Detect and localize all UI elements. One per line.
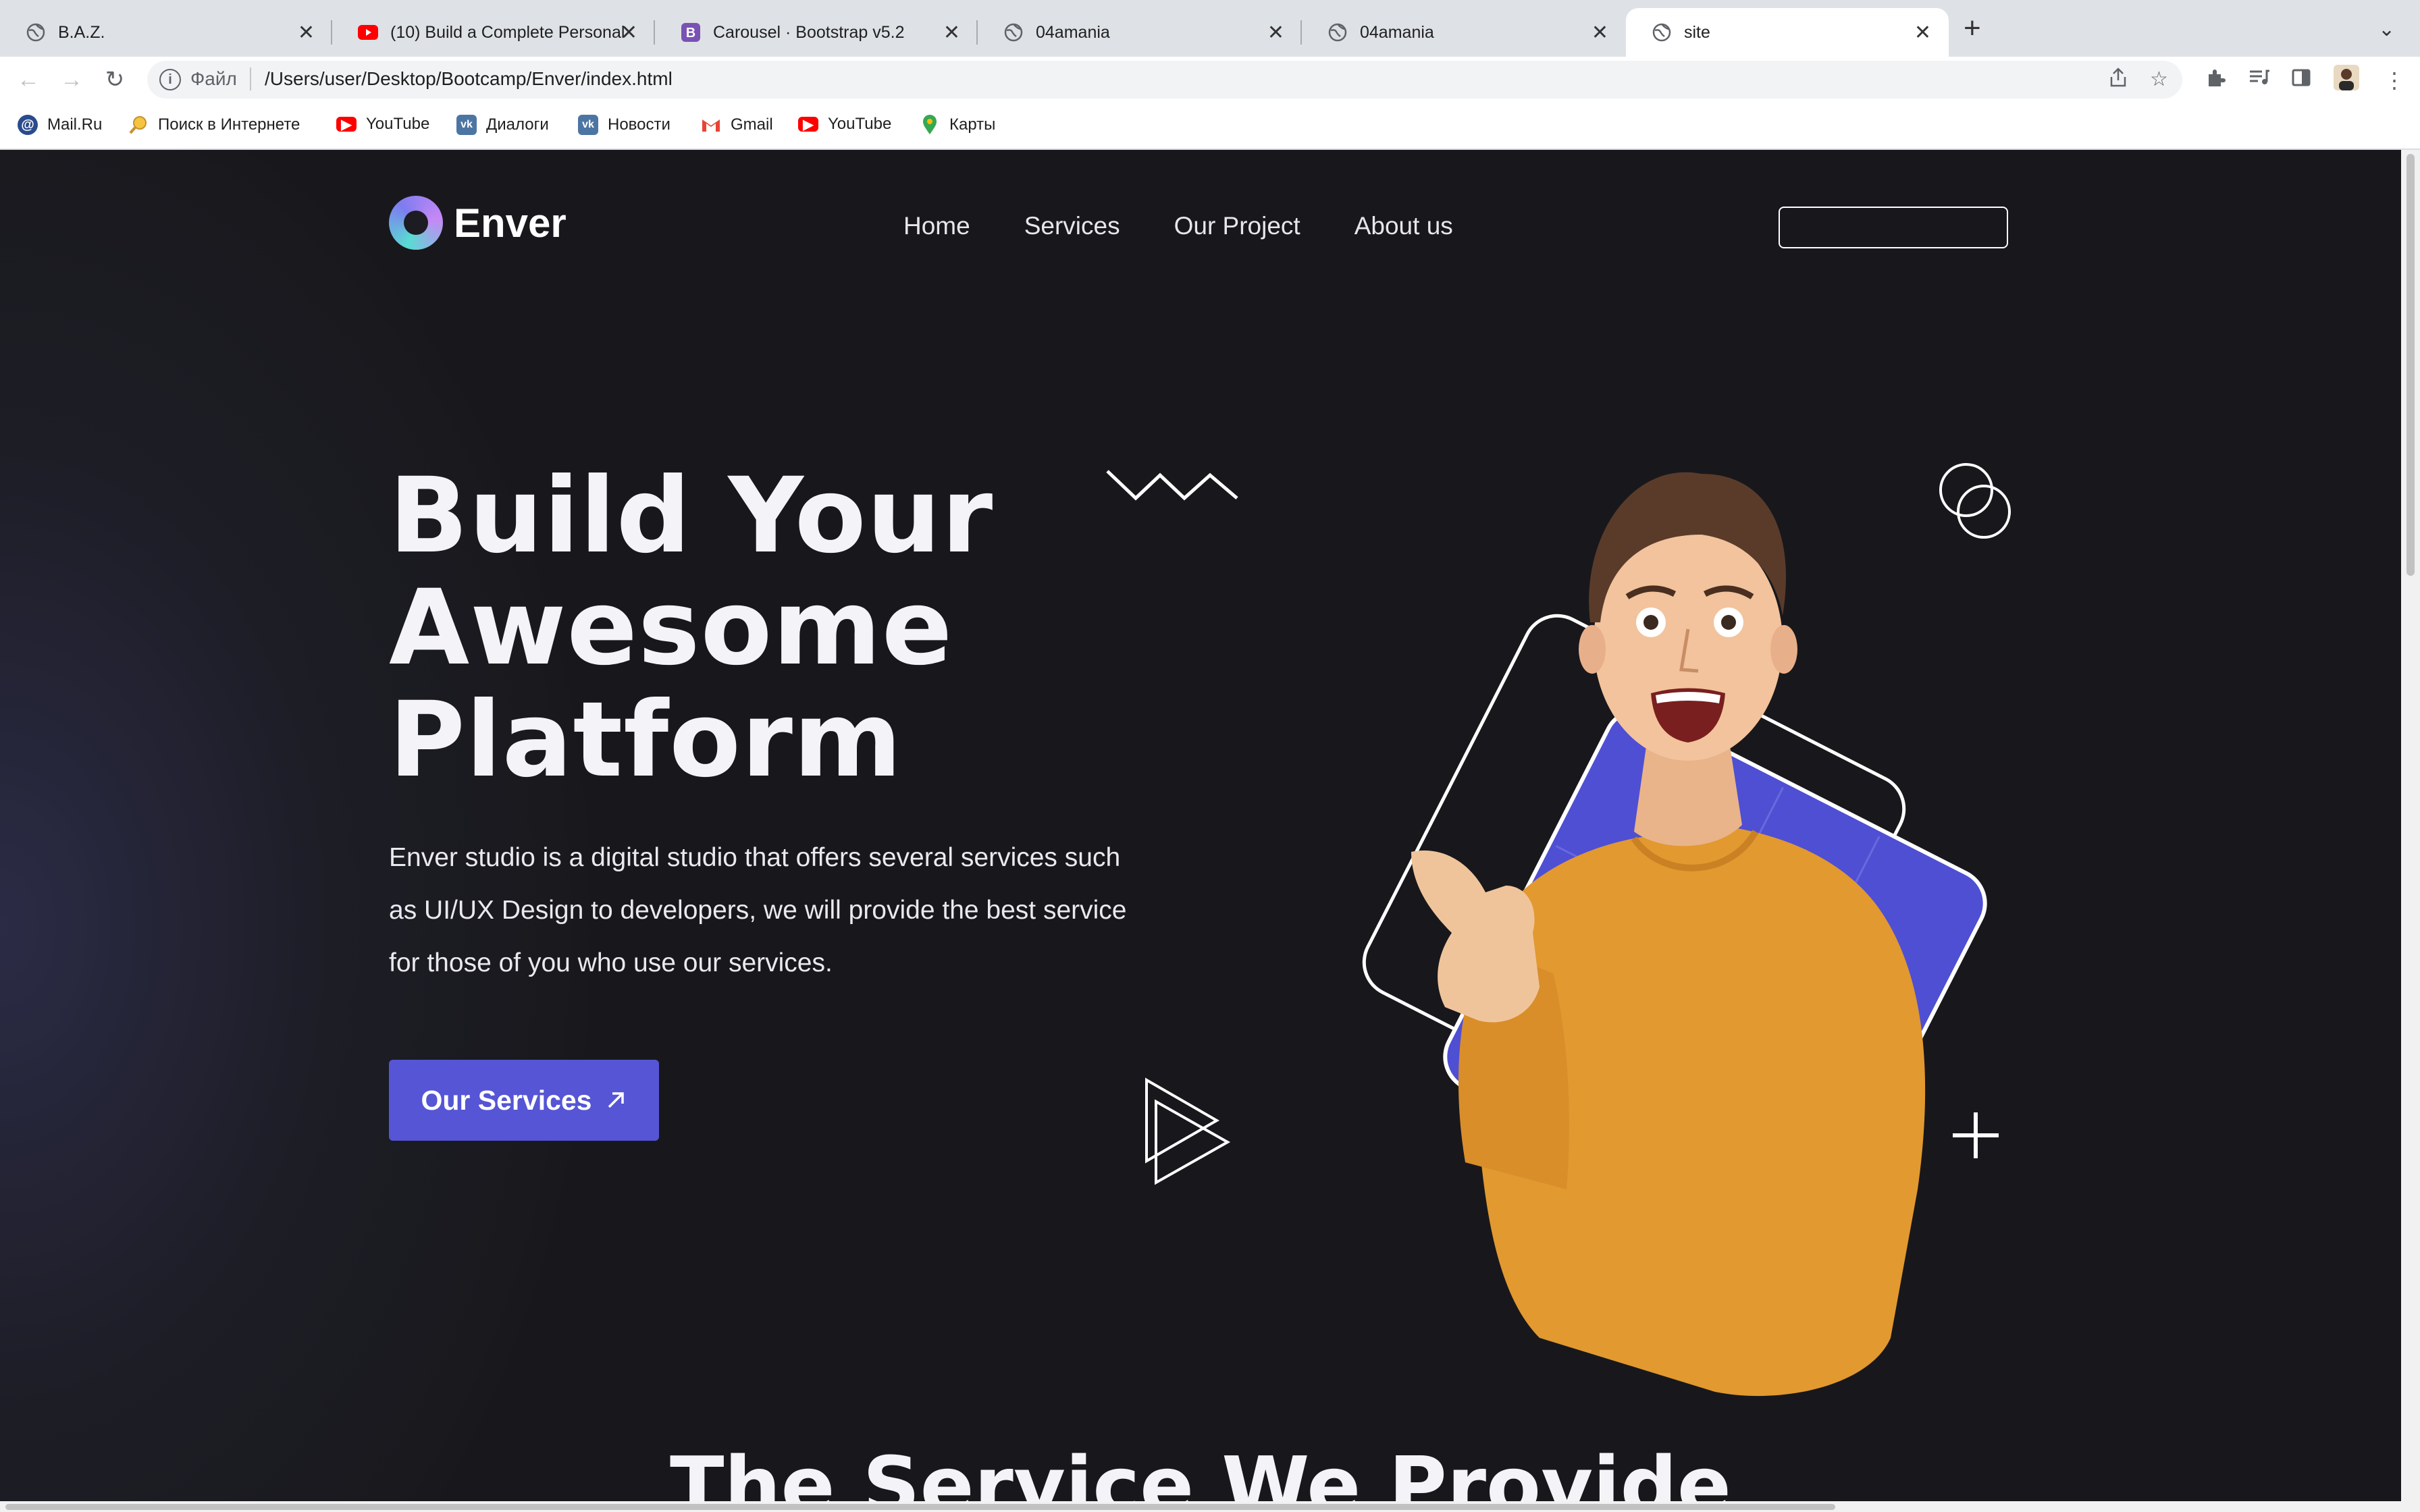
nav-link-about-us[interactable]: About us xyxy=(1354,212,1453,240)
nav-link-home[interactable]: Home xyxy=(903,212,970,240)
scrollbar-thumb[interactable] xyxy=(5,1504,1835,1510)
bookmark-label: Карты xyxy=(949,115,996,134)
star-icon[interactable]: ☆ xyxy=(2150,68,2168,91)
bookmark-label: Диалоги xyxy=(486,115,549,134)
bookmarks-bar: @ Mail.Ru Поиск в Интернете ▶ YouTube vk… xyxy=(0,103,2420,150)
browser-tab[interactable]: B.A.Z. ✕ xyxy=(0,8,332,57)
browser-tab[interactable]: 04amania ✕ xyxy=(1302,8,1626,57)
close-icon[interactable]: ✕ xyxy=(943,23,960,43)
hero-description: Enver studio is a digital studio that of… xyxy=(389,843,1127,977)
bookmark-label: Новости xyxy=(608,115,670,134)
hero-person-illustration xyxy=(1362,472,1987,1397)
scrollbar-thumb[interactable] xyxy=(2406,154,2415,576)
info-icon[interactable]: i xyxy=(159,69,181,90)
media-queue-icon[interactable] xyxy=(2248,68,2270,92)
brand-name: Enver xyxy=(454,200,567,246)
globe-icon xyxy=(1003,22,1024,43)
svg-text:B: B xyxy=(686,26,695,40)
url-text[interactable]: /Users/user/Desktop/Bootcamp/Enver/index… xyxy=(265,68,673,90)
browser-toolbar: ← → ↻ i Файл /Users/user/Desktop/Bootcam… xyxy=(0,57,2420,103)
bookmark-item[interactable]: vk Новости xyxy=(578,115,670,135)
youtube-icon xyxy=(358,22,378,43)
bookmark-label: Поиск в Интернете xyxy=(158,115,300,134)
hero-title: Build Your Awesome Platform xyxy=(389,460,993,796)
hero-title-line: Platform xyxy=(389,680,903,801)
close-icon[interactable]: ✕ xyxy=(1267,23,1284,43)
extensions-icon[interactable] xyxy=(2205,68,2226,93)
bookmark-label: Mail.Ru xyxy=(47,115,103,134)
play-triangles-icon xyxy=(1145,1077,1231,1185)
bookmark-label: YouTube xyxy=(828,115,892,133)
zigzag-icon xyxy=(1106,470,1238,501)
globe-icon xyxy=(1327,22,1348,43)
nav-link-our-project[interactable]: Our Project xyxy=(1174,212,1300,240)
globe-icon xyxy=(1652,22,1672,43)
bookmark-item[interactable]: Gmail xyxy=(701,115,773,135)
gmail-icon xyxy=(701,115,721,135)
mailru-icon: @ xyxy=(18,115,38,135)
forward-arrow-icon[interactable]: → xyxy=(58,66,85,93)
hero-title-line: Build Your xyxy=(389,456,994,576)
browser-tab-active[interactable]: site ✕ xyxy=(1626,8,1949,57)
tab-title: 04amania xyxy=(1036,22,1110,42)
bookmark-item[interactable]: @ Mail.Ru xyxy=(18,115,102,135)
vk-icon: vk xyxy=(456,115,477,135)
horizontal-scrollbar[interactable] xyxy=(0,1501,2420,1512)
bookmark-item[interactable]: Поиск в Интернете xyxy=(128,115,300,135)
close-icon[interactable]: ✕ xyxy=(621,23,637,43)
bookmark-item[interactable]: Карты xyxy=(920,115,995,135)
tab-title: Carousel · Bootstrap v5.2 xyxy=(713,22,905,42)
bootstrap-icon: B xyxy=(681,22,701,43)
main-nav: Home Services Our Project About us xyxy=(903,212,1453,240)
section-title: The Service We Provide xyxy=(670,1439,1731,1501)
search-icon xyxy=(128,115,149,135)
tab-title: site xyxy=(1684,22,1710,42)
youtube-icon: ▶ xyxy=(798,117,818,132)
bookmark-label: YouTube xyxy=(366,115,430,133)
bookmark-item[interactable]: vk Диалоги xyxy=(456,115,549,135)
browser-tab[interactable]: 04amania ✕ xyxy=(978,8,1302,57)
nav-outline-button[interactable] xyxy=(1779,207,2008,248)
browser-tab[interactable]: B Carousel · Bootstrap v5.2 ✕ xyxy=(655,8,978,57)
tab-strip: B.A.Z. ✕ (10) Build a Complete Personal … xyxy=(0,0,2420,57)
button-label: Our Services xyxy=(421,1084,592,1116)
scheme-label: Файл xyxy=(190,68,237,89)
arrow-up-right-icon xyxy=(608,1092,624,1108)
new-tab-button[interactable]: + xyxy=(1964,14,1981,43)
bookmark-label: Gmail xyxy=(731,115,773,134)
more-menu-icon[interactable]: ⋮ xyxy=(2384,68,2405,93)
close-icon[interactable]: ✕ xyxy=(298,23,315,43)
vk-icon: vk xyxy=(578,115,598,135)
reload-icon[interactable]: ↻ xyxy=(101,66,128,93)
globe-icon xyxy=(26,22,46,43)
chevron-down-icon[interactable]: ⌄ xyxy=(2378,18,2395,41)
address-separator xyxy=(250,68,251,90)
maps-pin-icon xyxy=(920,115,940,135)
tab-title: B.A.Z. xyxy=(58,22,105,42)
our-services-button[interactable]: Our Services xyxy=(389,1060,659,1141)
address-bar[interactable]: i Файл /Users/user/Desktop/Bootcamp/Enve… xyxy=(147,61,2182,99)
bookmark-item[interactable]: ▶ YouTube xyxy=(798,115,891,134)
youtube-icon: ▶ xyxy=(336,117,357,132)
web-page: Enver Home Services Our Project About us… xyxy=(0,150,2401,1501)
browser-tab[interactable]: (10) Build a Complete Personal ✕ xyxy=(332,8,655,57)
close-icon[interactable]: ✕ xyxy=(1914,23,1931,43)
profile-avatar[interactable] xyxy=(2334,65,2359,96)
share-icon[interactable] xyxy=(2109,68,2127,93)
bookmark-item[interactable]: ▶ YouTube xyxy=(336,115,429,134)
site-logo[interactable]: Enver xyxy=(389,196,567,250)
tab-title: 04amania xyxy=(1360,22,1434,42)
logo-mark-icon xyxy=(389,196,443,250)
tab-title: (10) Build a Complete Personal xyxy=(390,22,625,42)
close-icon[interactable]: ✕ xyxy=(1592,23,1608,43)
side-panel-icon[interactable] xyxy=(2292,68,2311,92)
nav-link-services[interactable]: Services xyxy=(1024,212,1120,240)
hero-title-line: Awesome xyxy=(389,568,953,688)
vertical-scrollbar[interactable] xyxy=(2401,150,2420,1501)
back-arrow-icon[interactable]: ← xyxy=(15,66,42,93)
